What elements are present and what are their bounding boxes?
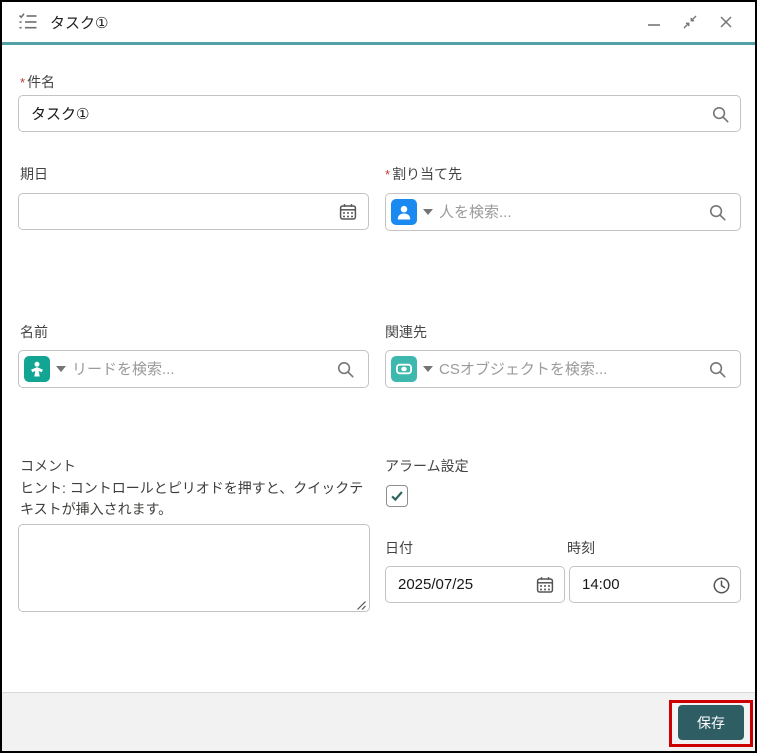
- lead-icon: [24, 356, 50, 382]
- search-icon: [708, 360, 740, 379]
- search-icon: [710, 104, 730, 124]
- reminder-time-label: 時刻: [567, 540, 595, 556]
- chevron-down-icon: [56, 366, 66, 372]
- subject-label: * 件名: [20, 74, 56, 90]
- save-button[interactable]: 保存: [678, 705, 744, 740]
- custom-object-icon: [391, 356, 417, 382]
- person-icon: [391, 199, 417, 225]
- required-asterisk: *: [20, 75, 26, 90]
- window-controls: [645, 13, 743, 31]
- related-to-label: 関連先: [385, 324, 427, 340]
- minimize-icon[interactable]: [645, 13, 663, 31]
- name-label: 名前: [20, 324, 48, 340]
- dialog-header: タスク①: [2, 2, 755, 42]
- task-dialog: タスク① *件名 期日: [0, 0, 757, 753]
- chevron-down-icon: [423, 366, 433, 372]
- resize-handle-icon[interactable]: [355, 598, 367, 610]
- calendar-icon[interactable]: [535, 575, 555, 595]
- dialog-title: タスク①: [50, 14, 109, 32]
- comment-label: コメント: [20, 458, 76, 474]
- assigned-to-combobox: [385, 193, 741, 231]
- reminder-date-label: 日付: [385, 540, 413, 556]
- clock-icon[interactable]: [711, 575, 731, 595]
- related-to-input[interactable]: [439, 360, 708, 378]
- check-icon: [391, 491, 403, 502]
- name-combobox: [18, 350, 369, 388]
- calendar-icon[interactable]: [338, 202, 358, 222]
- name-input[interactable]: [72, 360, 336, 378]
- due-date-label: 期日: [20, 166, 48, 182]
- comment-textarea[interactable]: [18, 524, 370, 612]
- related-to-combobox: [385, 350, 741, 388]
- assigned-to-label: * 割り当て先: [385, 166, 463, 182]
- search-icon: [336, 360, 368, 379]
- entity-selector-button[interactable]: [386, 356, 439, 382]
- dialog-footer: [2, 692, 755, 751]
- comment-hint: ヒント: コントロールとピリオドを押すと、クイックテキストが挿入されます。: [20, 480, 364, 517]
- chevron-down-icon: [423, 209, 433, 215]
- entity-selector-button[interactable]: [19, 356, 72, 382]
- restore-icon[interactable]: [681, 13, 699, 31]
- entity-selector-button[interactable]: [386, 199, 439, 225]
- task-checklist-icon: [18, 12, 38, 32]
- header-accent-divider: [2, 42, 755, 45]
- assigned-to-input[interactable]: [439, 203, 708, 221]
- due-date-input[interactable]: [18, 193, 369, 230]
- close-icon[interactable]: [717, 13, 735, 31]
- alarm-checkbox[interactable]: [386, 485, 408, 507]
- alarm-label: アラーム設定: [385, 458, 469, 474]
- search-icon: [708, 203, 740, 222]
- subject-input[interactable]: [18, 95, 741, 132]
- required-asterisk: *: [385, 167, 391, 182]
